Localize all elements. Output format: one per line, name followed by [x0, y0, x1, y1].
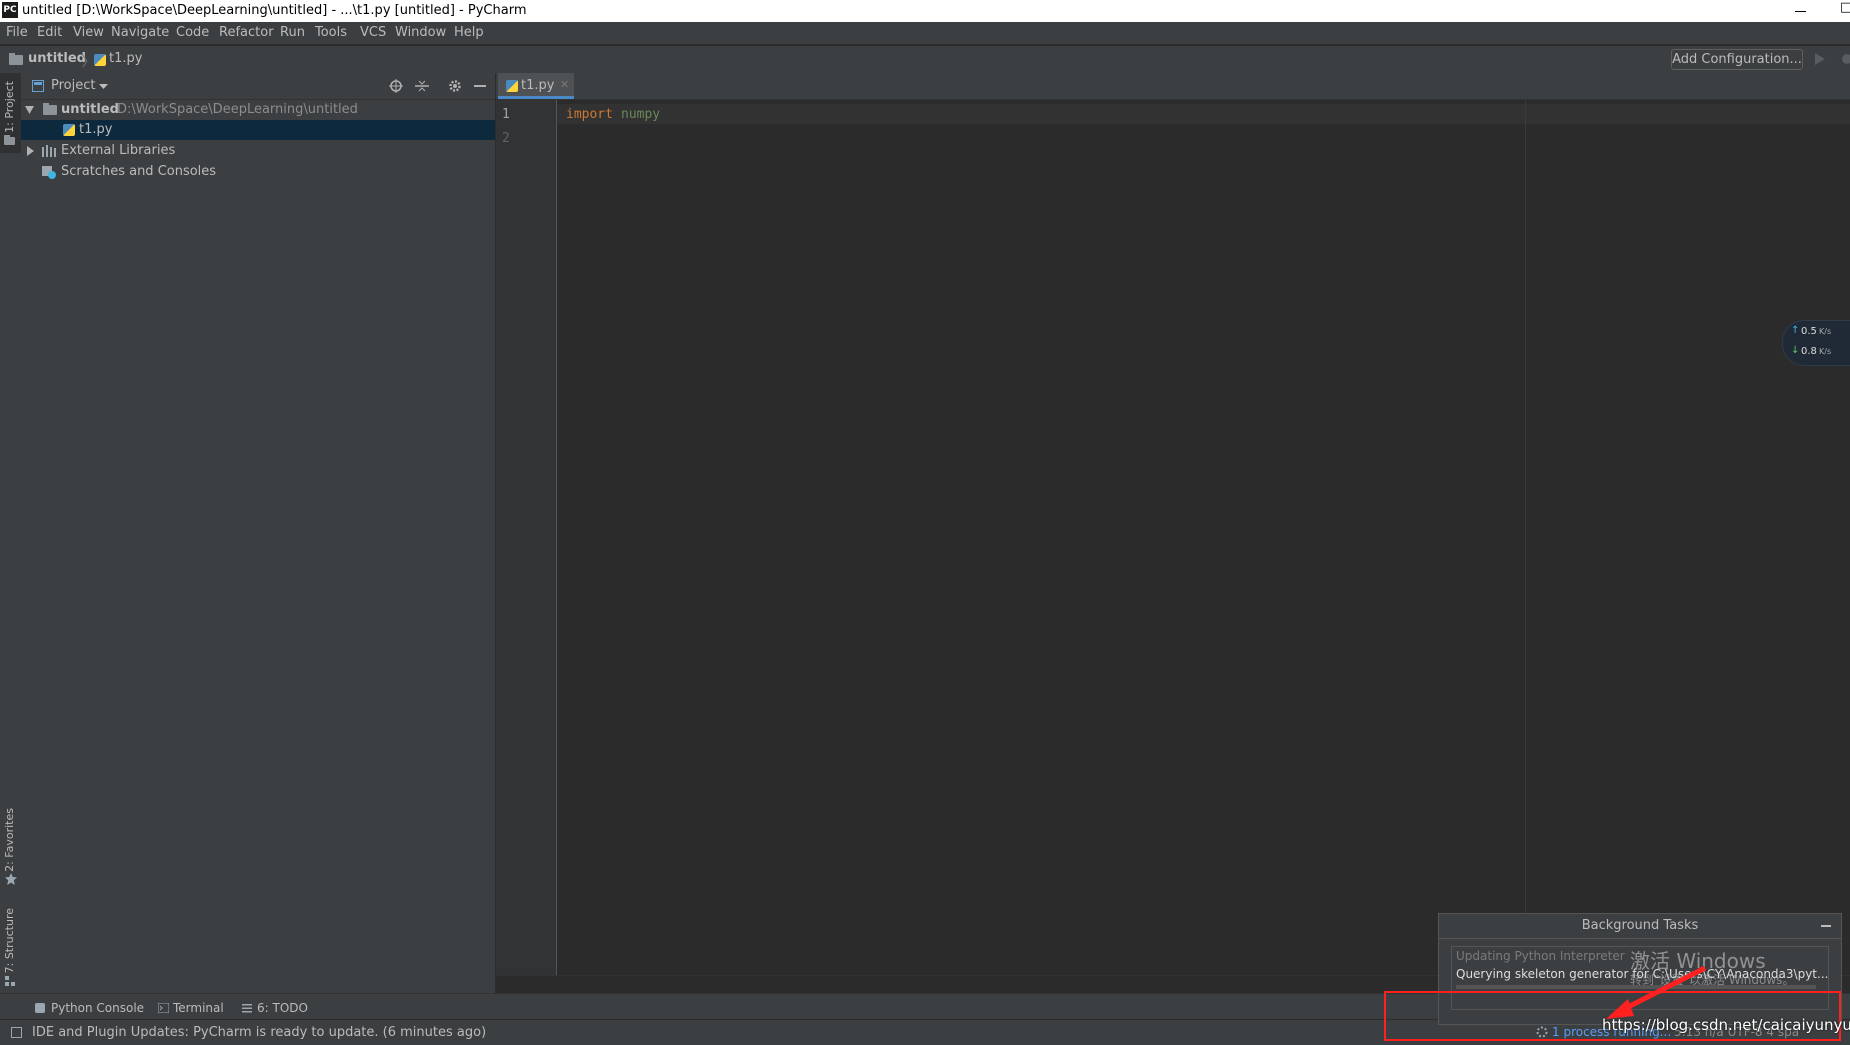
pycharm-logo-icon: PC	[2, 2, 18, 18]
line-number: 1	[502, 107, 510, 122]
network-speed-widget: ↑ 0.5 K/s ↓ 0.8 K/s	[1782, 320, 1850, 366]
menu-window[interactable]: Window	[395, 25, 446, 40]
background-tasks-title: Background Tasks	[1439, 914, 1841, 939]
download-unit: K/s	[1819, 347, 1832, 356]
code-keyword: import	[566, 107, 613, 122]
editor-tab-label: t1.py	[521, 78, 555, 93]
blog-url-watermark: https://blog.csdn.net/caicaiyunyun	[1602, 1016, 1850, 1034]
tool-tab-project[interactable]: 1: Project	[3, 81, 16, 133]
project-folder-icon	[4, 135, 15, 145]
left-tool-stripe: 1: Project 2: Favorites 7: Structure	[0, 73, 22, 993]
line-number: 2	[502, 131, 510, 146]
root-folder-name: untitled	[61, 102, 119, 117]
project-panel-title[interactable]: Project	[51, 78, 95, 93]
tree-node-root[interactable]: untitled D:\WorkSpace\DeepLearning\untit…	[21, 100, 495, 120]
collapsed-arrow-icon[interactable]	[27, 146, 34, 156]
upload-unit: K/s	[1819, 327, 1832, 336]
gear-icon[interactable]	[448, 79, 462, 93]
tool-button-todo[interactable]: 6: TODO	[257, 1001, 308, 1015]
root-folder-path: D:\WorkSpace\DeepLearning\untitled	[117, 102, 358, 117]
menu-run[interactable]: Run	[280, 25, 305, 40]
external-libraries-label: External Libraries	[61, 143, 176, 158]
editor-tab-row: t1.py ✕	[496, 73, 1850, 100]
menu-navigate[interactable]: Navigate	[111, 25, 169, 40]
locate-file-icon[interactable]	[389, 79, 403, 93]
download-speed: 0.8	[1801, 346, 1817, 357]
chevron-down-icon[interactable]	[99, 84, 108, 90]
menu-vcs[interactable]: VCS	[360, 25, 386, 40]
terminal-icon	[158, 1003, 169, 1013]
upload-speed: 0.5	[1801, 326, 1817, 337]
scratches-icon	[42, 166, 56, 179]
project-panel-header: Project	[21, 73, 495, 100]
project-view-icon	[32, 80, 44, 92]
expand-arrow-icon[interactable]	[25, 106, 34, 114]
status-message[interactable]: IDE and Plugin Updates: PyCharm is ready…	[32, 1025, 486, 1040]
project-tree: untitled D:\WorkSpace\DeepLearning\untit…	[21, 100, 496, 993]
add-configuration-button[interactable]: Add Configuration...	[1671, 49, 1803, 70]
library-icon	[42, 145, 56, 157]
task-updating-interpreter: Updating Python Interpreter	[1456, 949, 1625, 963]
window-title: untitled [D:\WorkSpace\DeepLearning\unti…	[22, 3, 527, 18]
tool-tab-favorites[interactable]: 2: Favorites	[3, 808, 16, 872]
structure-icon	[5, 976, 15, 986]
line-number-gutter: 1 2	[496, 100, 557, 975]
debug-icon[interactable]	[1840, 52, 1850, 66]
menu-help[interactable]: Help	[454, 25, 484, 40]
hide-panel-icon[interactable]	[474, 85, 486, 87]
menu-view[interactable]: View	[73, 25, 104, 40]
close-icon[interactable]: ✕	[560, 78, 569, 91]
menu-code[interactable]: Code	[176, 25, 209, 40]
menu-edit[interactable]: Edit	[37, 25, 62, 40]
python-file-icon	[63, 124, 75, 136]
minimize-icon[interactable]	[1795, 0, 1809, 22]
code-editor[interactable]: import numpy	[557, 100, 1850, 975]
menu-tools[interactable]: Tools	[315, 25, 347, 40]
python-file-icon	[94, 54, 106, 66]
upload-arrow-icon: ↑	[1791, 325, 1800, 336]
tree-node-external-libraries[interactable]: External Libraries	[21, 141, 495, 161]
folder-icon	[43, 103, 57, 115]
file-name: t1.py	[79, 122, 113, 137]
navigation-bar: untitled 〉 t1.py Add Configuration...	[0, 45, 1850, 74]
breadcrumb-project[interactable]: untitled	[28, 51, 86, 66]
python-console-icon	[35, 1003, 45, 1013]
breadcrumb-file[interactable]: t1.py	[109, 51, 142, 66]
star-icon	[5, 873, 17, 885]
maximize-icon[interactable]: □	[1840, 0, 1850, 15]
tool-button-terminal[interactable]: Terminal	[173, 1001, 224, 1015]
run-icon[interactable]	[1814, 53, 1826, 65]
tool-tab-structure[interactable]: 7: Structure	[3, 908, 16, 973]
title-bar: PC untitled [D:\WorkSpace\DeepLearning\u…	[0, 0, 1850, 22]
tree-node-file[interactable]: t1.py	[21, 120, 495, 140]
tool-button-python-console[interactable]: Python Console	[51, 1001, 144, 1015]
folder-icon	[9, 53, 23, 65]
menu-file[interactable]: File	[6, 25, 28, 40]
minimize-popup-icon[interactable]	[1821, 925, 1831, 927]
editor-tab-t1[interactable]: t1.py ✕	[498, 73, 574, 99]
collapse-all-icon[interactable]	[415, 79, 429, 93]
current-line-highlight	[557, 104, 1850, 124]
scratches-label: Scratches and Consoles	[61, 164, 217, 179]
code-module: numpy	[621, 107, 661, 122]
right-margin-guide	[1525, 100, 1526, 975]
tree-node-scratches[interactable]: Scratches and Consoles	[21, 162, 495, 182]
download-arrow-icon: ↓	[1791, 345, 1800, 356]
event-log-icon[interactable]	[11, 1027, 22, 1038]
python-file-icon	[506, 80, 518, 92]
todo-list-icon	[242, 1004, 252, 1013]
menu-bar: File Edit View Navigate Code Refactor Ru…	[0, 22, 1850, 44]
menu-refactor[interactable]: Refactor	[219, 25, 274, 40]
